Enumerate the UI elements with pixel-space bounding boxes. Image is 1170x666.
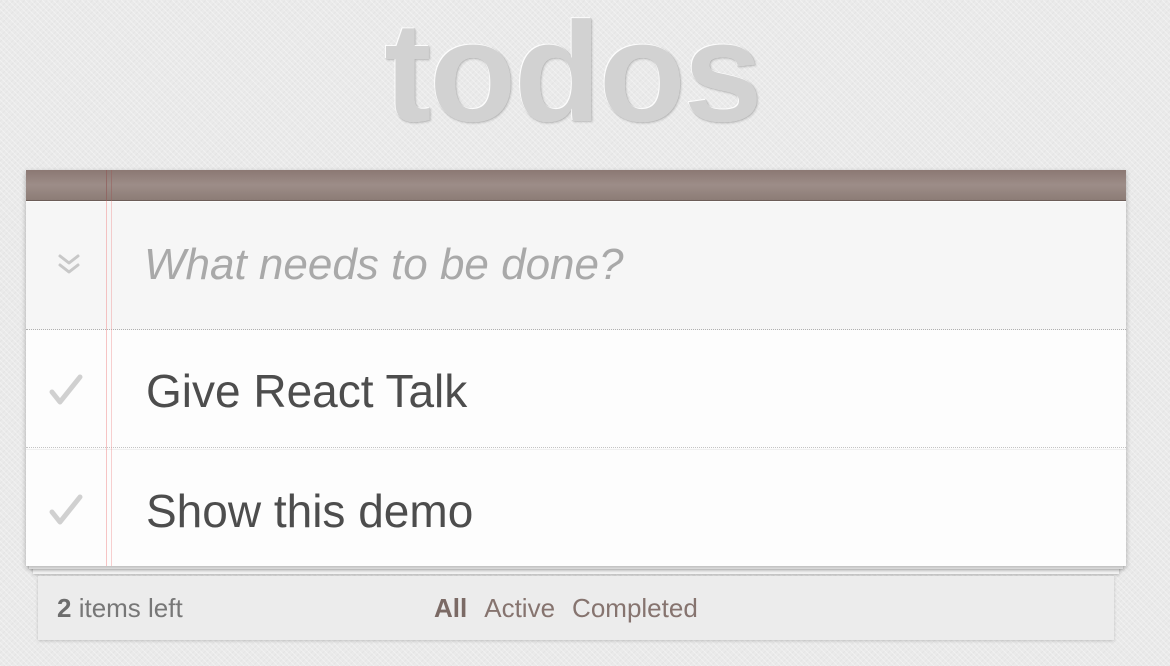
filter-completed-link[interactable]: Completed <box>572 593 698 624</box>
todo-item: Show this demo <box>26 449 1126 566</box>
items-left-number: 2 <box>57 593 72 623</box>
todo-label[interactable]: Show this demo <box>146 486 473 536</box>
header-margin-line <box>111 170 112 201</box>
todo-toggle-checkbox[interactable] <box>46 490 86 530</box>
new-todo-row <box>26 202 1126 330</box>
checkmark-icon <box>49 494 83 525</box>
double-chevron-down-icon <box>58 254 80 274</box>
checkmark-icon <box>49 374 83 405</box>
filter-links: All Active Completed <box>434 593 698 624</box>
todo-toggle-checkbox[interactable] <box>46 370 86 410</box>
header-margin-line <box>106 170 107 201</box>
notebook-margin-line <box>106 170 107 566</box>
filter-all-link[interactable]: All <box>434 593 467 624</box>
todo-item: Give React Talk <box>26 330 1126 448</box>
filter-active-link[interactable]: Active <box>484 593 555 624</box>
app-title: todos <box>384 0 762 152</box>
todo-label[interactable]: Give React Talk <box>146 366 467 416</box>
items-left-suffix: items left <box>71 593 183 623</box>
todo-app-card: Give React Talk Show this demo <box>26 170 1126 566</box>
notebook-margin-line <box>111 170 112 566</box>
card-header-bar <box>26 170 1126 201</box>
items-left-count: 2 items left <box>57 593 183 624</box>
new-todo-input[interactable] <box>144 232 1104 298</box>
todo-footer: 2 items left All Active Completed <box>38 576 1114 640</box>
toggle-all-button[interactable] <box>54 251 84 279</box>
